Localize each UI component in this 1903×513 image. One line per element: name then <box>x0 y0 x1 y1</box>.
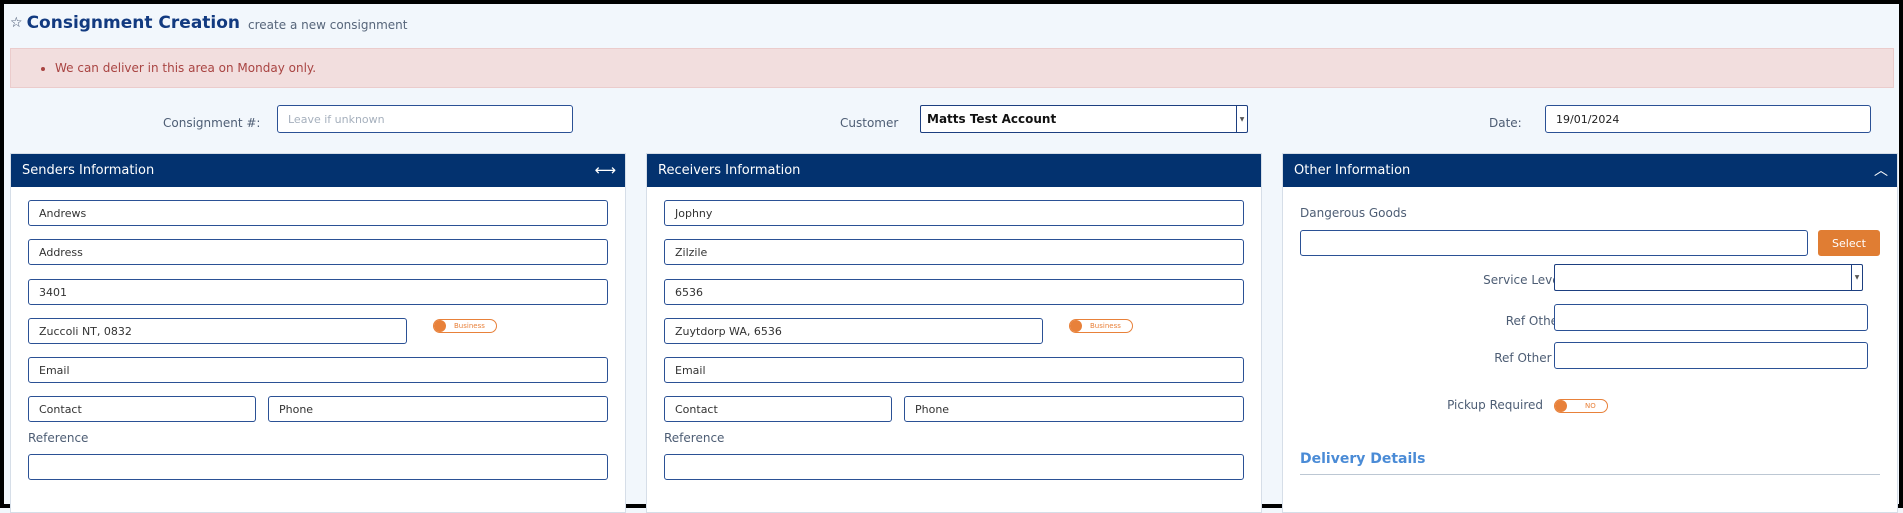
sender-address-field[interactable]: Address <box>28 239 608 265</box>
sender-name-value: Andrews <box>39 206 87 220</box>
sender-name-field[interactable]: Andrews <box>28 200 608 226</box>
customer-value: Matts Test Account <box>927 112 1057 126</box>
service-level-label: Service Level <box>1483 273 1563 287</box>
sender-number-field[interactable]: 3401 <box>28 279 608 305</box>
consignment-label: Consignment #: <box>163 116 261 130</box>
sender-suburb-field[interactable]: Zuccoli NT, 0832 <box>28 318 407 344</box>
service-level-select[interactable]: ▼ <box>1554 264 1863 291</box>
receiver-phone-value: Phone <box>915 402 950 416</box>
receiver-reference-label: Reference <box>664 431 725 445</box>
pickup-required-toggle[interactable]: NO <box>1554 399 1608 413</box>
receivers-panel-title: Receivers Information <box>658 162 801 178</box>
sender-suburb-value: Zuccoli NT, 0832 <box>39 324 132 338</box>
receiver-address-value: Zilzile <box>675 245 708 259</box>
receiver-number-value: 6536 <box>675 285 703 299</box>
receiver-email-field[interactable]: Email <box>664 357 1244 383</box>
sender-address-value: Address <box>39 245 83 259</box>
horizontal-arrows-icon[interactable]: ⟷ <box>594 161 616 179</box>
toggle-knob <box>434 320 446 332</box>
receiver-reference-field[interactable] <box>664 454 1244 480</box>
toggle-knob <box>1555 400 1567 412</box>
receiver-business-toggle[interactable]: Business <box>1069 319 1133 333</box>
receiver-name-value: Jophny <box>675 206 713 220</box>
sender-business-toggle[interactable]: Business <box>433 319 497 333</box>
receivers-panel-header: Receivers Information <box>647 154 1261 187</box>
chevron-up-icon[interactable]: ︿ <box>1874 160 1888 180</box>
receiver-contact-field[interactable]: Contact <box>664 396 892 422</box>
customer-label: Customer <box>840 116 899 130</box>
sender-reference-label: Reference <box>28 431 89 445</box>
star-icon[interactable]: ☆ <box>10 15 23 31</box>
alert-message: We can deliver in this area on Monday on… <box>55 61 316 75</box>
receiver-phone-field[interactable]: Phone <box>904 396 1244 422</box>
receiver-suburb-value: Zuytdorp WA, 6536 <box>675 324 782 338</box>
ref-other-label: Ref Other <box>1505 314 1563 328</box>
receiver-name-field[interactable]: Jophny <box>664 200 1244 226</box>
section-divider <box>1300 474 1880 475</box>
other-panel-header: Other Information ︿ <box>1283 154 1897 187</box>
other-panel-title: Other Information <box>1294 162 1411 178</box>
delivery-details-title: Delivery Details <box>1300 451 1426 467</box>
senders-panel: Senders Information ⟷ Andrews Address 34… <box>10 153 626 513</box>
senders-panel-title: Senders Information <box>22 162 155 178</box>
receiver-contact-value: Contact <box>675 402 718 416</box>
dangerous-goods-select-button[interactable]: Select <box>1818 230 1880 256</box>
sender-number-value: 3401 <box>39 285 67 299</box>
sender-phone-field[interactable]: Phone <box>268 396 608 422</box>
receiver-suburb-field[interactable]: Zuytdorp WA, 6536 <box>664 318 1043 344</box>
pickup-required-toggle-label: NO <box>1585 402 1596 410</box>
receiver-business-toggle-label: Business <box>1090 322 1121 330</box>
ref-other-2-field[interactable] <box>1554 342 1868 369</box>
alert-banner: We can deliver in this area on Monday on… <box>10 48 1894 88</box>
customer-select[interactable]: Matts Test Account ▼ <box>920 105 1248 133</box>
date-label: Date: <box>1489 116 1522 130</box>
caret-down-icon[interactable]: ▼ <box>1236 106 1247 132</box>
sender-phone-value: Phone <box>279 402 314 416</box>
sender-contact-value: Contact <box>39 402 82 416</box>
receiver-number-field[interactable]: 6536 <box>664 279 1244 305</box>
sender-email-value: Email <box>39 363 70 377</box>
ref-other-2-label: Ref Other 2 <box>1494 351 1563 365</box>
ref-other-field[interactable] <box>1554 304 1868 331</box>
sender-contact-field[interactable]: Contact <box>28 396 256 422</box>
dangerous-goods-field[interactable] <box>1300 230 1808 256</box>
receivers-panel: Receivers Information Jophny Zilzile 653… <box>646 153 1262 513</box>
caret-down-icon[interactable]: ▼ <box>1851 265 1862 290</box>
toggle-knob <box>1070 320 1082 332</box>
consignment-number-input[interactable] <box>277 105 573 133</box>
other-panel: Other Information ︿ Dangerous Goods Sele… <box>1282 153 1898 513</box>
sender-business-toggle-label: Business <box>454 322 485 330</box>
dangerous-goods-label: Dangerous Goods <box>1300 206 1407 220</box>
page-subtitle: create a new consignment <box>248 18 408 32</box>
sender-reference-field[interactable] <box>28 454 608 480</box>
receiver-email-value: Email <box>675 363 706 377</box>
receiver-address-field[interactable]: Zilzile <box>664 239 1244 265</box>
senders-panel-header: Senders Information ⟷ <box>11 154 625 187</box>
pickup-required-label: Pickup Required <box>1447 398 1543 412</box>
page-title: Consignment Creation <box>26 13 241 33</box>
sender-email-field[interactable]: Email <box>28 357 608 383</box>
page-header: ☆ Consignment Creation create a new cons… <box>10 10 407 36</box>
date-input[interactable] <box>1545 105 1871 133</box>
